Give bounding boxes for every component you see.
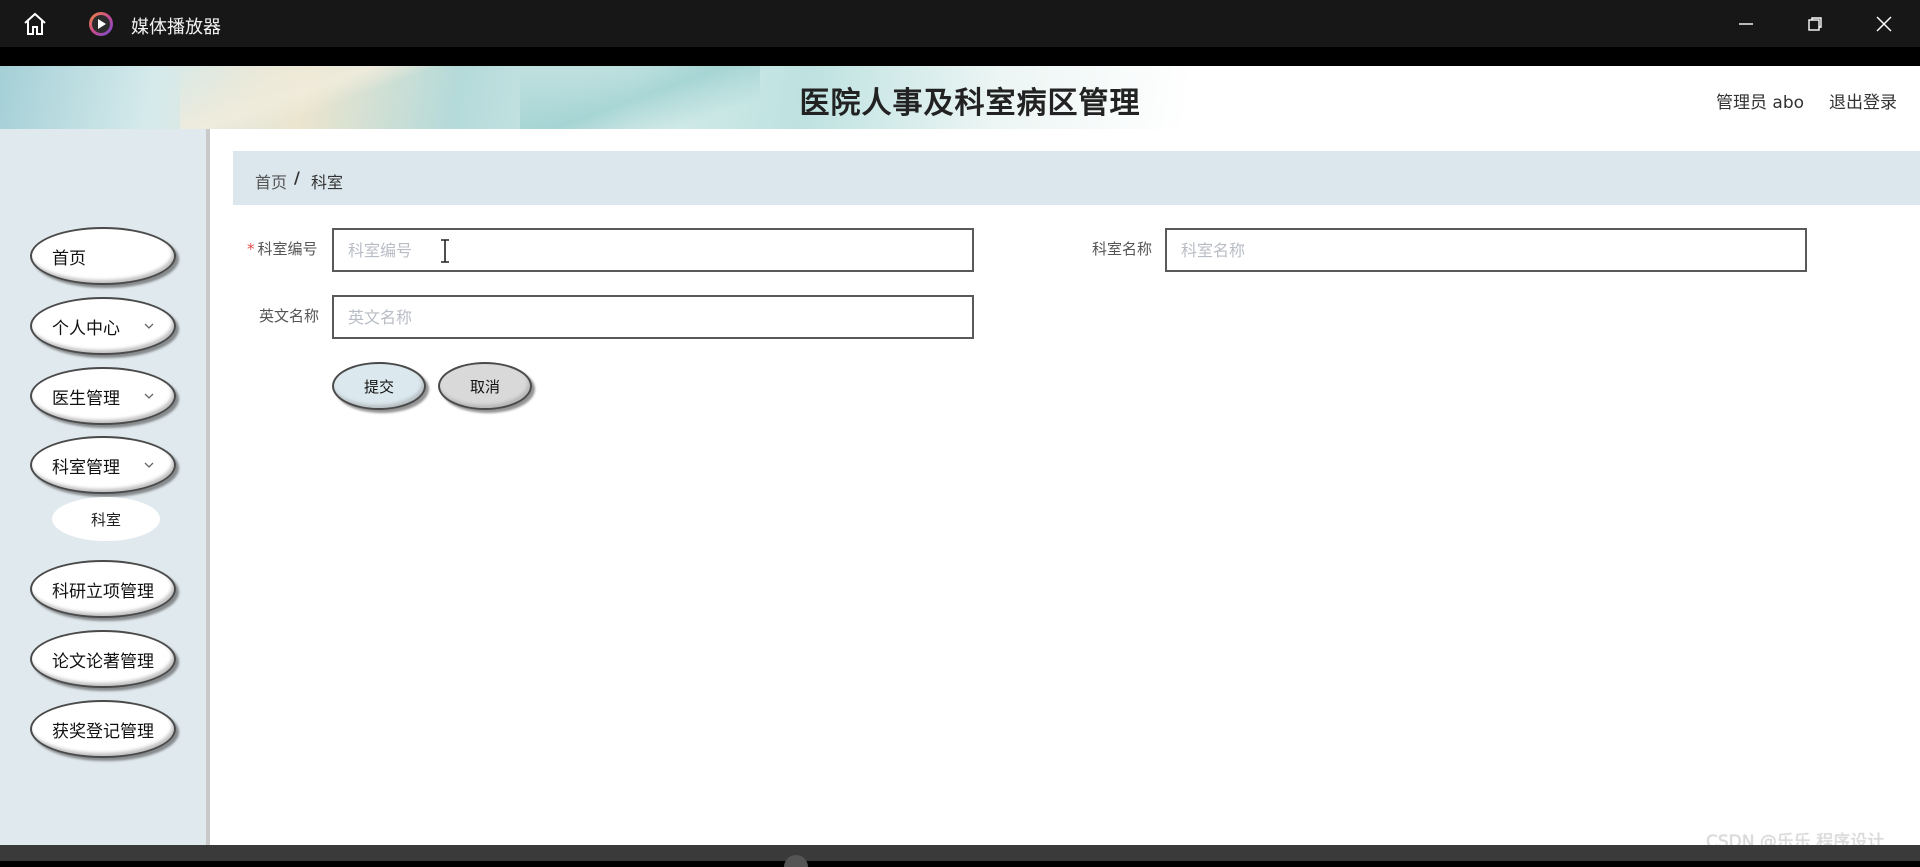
player-bottom-bar [0,845,1920,861]
sidebar-item-personal-center[interactable]: 个人中心 [30,297,176,355]
dept-code-label: * 科室编号 [247,238,318,259]
sidebar-item-label: 科研立项管理 [52,581,154,602]
sidebar-item-doctor-management[interactable]: 医生管理 [30,367,176,425]
current-user: 管理员 abo [1716,93,1805,113]
watermark: CSDN @乐乐 程序设计 [1706,832,1885,845]
sidebar: 首页 个人中心 医生管理 科室管理 科室 科研立项管理 论文论著管理 获奖登记管… [0,129,210,845]
restore-icon[interactable] [1792,8,1838,40]
media-player-icon [88,11,114,37]
dept-name-label: 科室名称 [1092,240,1153,258]
dept-code-label-text: 科室编号 [257,240,318,258]
sidebar-item-label: 获奖登记管理 [52,721,154,742]
window-titlebar: 媒体播放器 [0,0,1920,47]
english-name-label: 英文名称 [259,307,320,325]
sidebar-item-department-management[interactable]: 科室管理 [30,436,176,494]
window-title: 媒体播放器 [131,17,221,38]
sidebar-subitem-department[interactable]: 科室 [52,497,160,541]
text-cursor-icon [441,239,449,263]
chevron-down-icon [144,323,154,329]
dept-code-input[interactable] [332,228,974,272]
chevron-down-icon [144,462,154,468]
sidebar-item-label: 医生管理 [52,388,120,409]
sidebar-item-awards[interactable]: 获奖登记管理 [30,700,176,758]
page-title: 医院人事及科室病区管理 [799,86,1141,121]
app-viewport: 医院人事及科室病区管理 管理员 abo 退出登录 首页 个人中心 医生管理 科室… [0,66,1920,845]
header-banner: 医院人事及科室病区管理 管理员 abo 退出登录 [0,66,1920,129]
dept-name-input[interactable] [1165,228,1807,272]
breadcrumb-separator: / [294,168,300,187]
sidebar-item-label: 论文论著管理 [52,651,154,672]
sidebar-item-research-projects[interactable]: 科研立项管理 [30,560,176,618]
breadcrumb-current: 科室 [311,173,344,192]
breadcrumb-home[interactable]: 首页 [255,169,287,193]
sidebar-subitem-label: 科室 [90,510,121,529]
sidebar-item-papers[interactable]: 论文论著管理 [30,630,176,688]
sidebar-item-home[interactable]: 首页 [30,227,176,285]
english-name-input[interactable] [332,295,974,339]
sidebar-item-label: 首页 [52,248,86,269]
submit-button[interactable]: 提交 [332,362,426,410]
sidebar-item-label: 个人中心 [52,318,120,339]
chevron-down-icon [144,393,154,399]
cancel-button[interactable]: 取消 [438,362,532,410]
sidebar-item-label: 科室管理 [52,457,120,478]
breadcrumb: 首页 / 科室 [233,151,1920,205]
banner-decoration [180,66,440,129]
required-mark: * [247,240,255,258]
logout-link[interactable]: 退出登录 [1829,88,1897,113]
home-icon[interactable] [22,11,48,37]
close-icon[interactable] [1861,8,1907,40]
minimize-icon[interactable] [1723,8,1769,40]
